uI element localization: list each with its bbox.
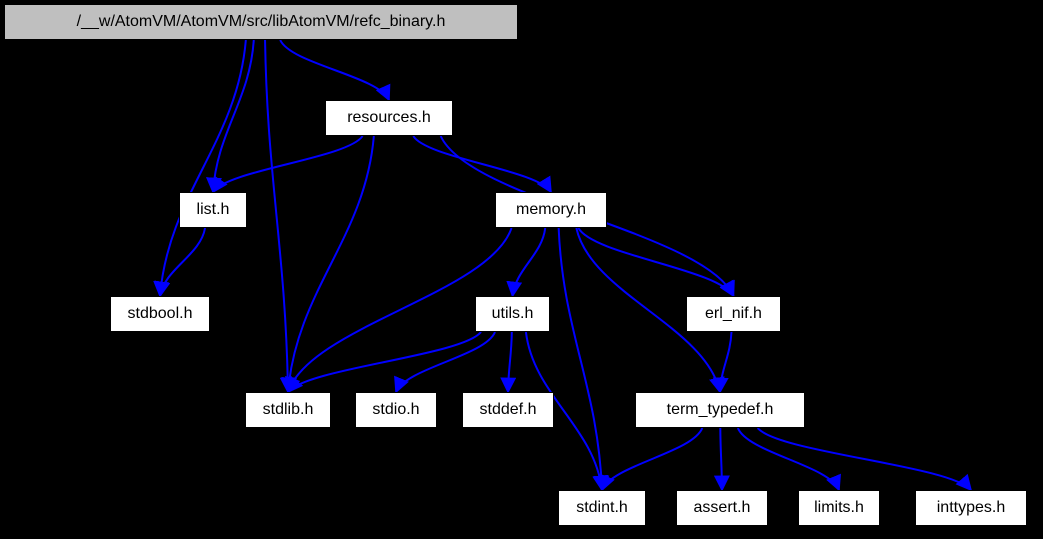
node-utils[interactable]: utils.h (475, 296, 550, 332)
node-list[interactable]: list.h (179, 192, 247, 228)
edge-term_typedef-assert (720, 428, 722, 490)
node-label: memory.h (516, 201, 586, 219)
node-stdbool[interactable]: stdbool.h (110, 296, 210, 332)
node-limits[interactable]: limits.h (798, 490, 880, 526)
edge-term_typedef-stdint (602, 428, 702, 490)
edge-root-stdlib (265, 40, 288, 392)
edge-erl_nif-term_typedef (720, 332, 731, 392)
node-label: resources.h (347, 109, 431, 127)
edge-utils-stddef (508, 332, 512, 392)
node-resources[interactable]: resources.h (325, 100, 453, 136)
node-stdint[interactable]: stdint.h (558, 490, 646, 526)
edge-memory-erl_nif (578, 228, 733, 296)
edge-root-resources (280, 40, 389, 100)
edge-utils-stdio (396, 332, 495, 392)
edge-list-stdbool (160, 228, 205, 296)
node-label: term_typedef.h (667, 401, 774, 419)
edge-layer (0, 0, 1043, 539)
edge-term_typedef-inttypes (758, 428, 971, 490)
edge-resources-memory (413, 136, 551, 192)
node-assert[interactable]: assert.h (676, 490, 768, 526)
node-label: list.h (197, 201, 230, 219)
node-label: erl_nif.h (705, 305, 762, 323)
node-label: stdint.h (576, 499, 628, 517)
node-label: utils.h (492, 305, 534, 323)
node-memory[interactable]: memory.h (495, 192, 607, 228)
edge-utils-stdlib (288, 332, 481, 392)
node-term-typedef[interactable]: term_typedef.h (635, 392, 805, 428)
edge-term_typedef-limits (738, 428, 839, 490)
edge-root-list (213, 40, 254, 192)
node-label: stdbool.h (128, 305, 193, 323)
node-inttypes[interactable]: inttypes.h (915, 490, 1027, 526)
node-label: stdlib.h (263, 401, 314, 419)
node-label: limits.h (814, 499, 864, 517)
edge-root-stdbool (160, 40, 246, 296)
node-label: stdio.h (372, 401, 419, 419)
edge-memory-stdint (559, 228, 602, 490)
node-stdlib[interactable]: stdlib.h (245, 392, 331, 428)
dependency-graph: /__w/AtomVM/AtomVM/src/libAtomVM/refc_bi… (0, 0, 1043, 539)
edge-resources-stdlib (288, 136, 374, 392)
node-refc-binary[interactable]: /__w/AtomVM/AtomVM/src/libAtomVM/refc_bi… (4, 4, 518, 40)
node-label: /__w/AtomVM/AtomVM/src/libAtomVM/refc_bi… (77, 13, 446, 31)
node-erl-nif[interactable]: erl_nif.h (686, 296, 781, 332)
edge-memory-utils (513, 228, 546, 296)
node-stddef[interactable]: stddef.h (462, 392, 554, 428)
node-label: inttypes.h (937, 499, 1005, 517)
node-label: assert.h (694, 499, 751, 517)
node-stdio[interactable]: stdio.h (355, 392, 437, 428)
node-label: stddef.h (480, 401, 537, 419)
edge-resources-list (213, 136, 363, 192)
